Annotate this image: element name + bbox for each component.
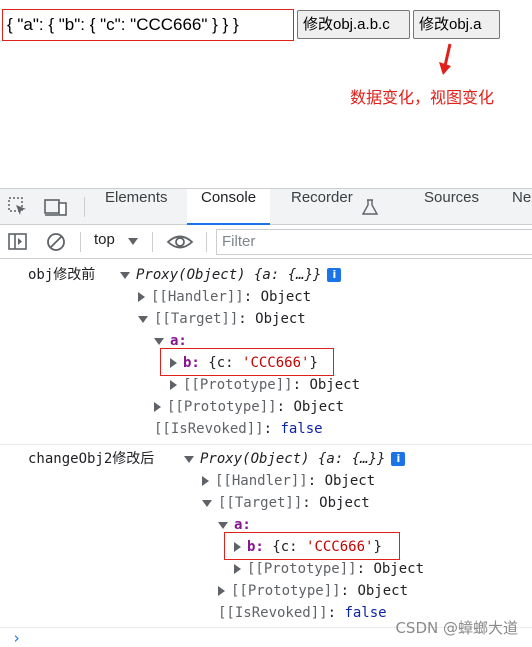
sidebar-toggle-icon[interactable] bbox=[8, 233, 28, 251]
eye-icon[interactable] bbox=[166, 233, 194, 251]
tree-item-prototype[interactable]: [[Prototype]]: Object bbox=[218, 580, 408, 602]
tree-item-b[interactable]: b: {c: 'CCC666'} bbox=[170, 352, 318, 374]
log-object-summary[interactable]: Proxy(Object) {a: {…}} i bbox=[184, 448, 406, 470]
modify-a-button[interactable]: 修改obj.a bbox=[413, 10, 500, 39]
log-object-summary[interactable]: Proxy(Object) {a: {…}} i bbox=[120, 264, 342, 286]
devtools-panel: Elements Console Recorder Sources Ne top… bbox=[0, 188, 532, 647]
info-icon[interactable]: i bbox=[391, 452, 406, 466]
clear-console-icon[interactable] bbox=[46, 232, 66, 252]
watermark: CSDN @蟑螂大道 bbox=[395, 619, 518, 637]
tab-network[interactable]: Ne bbox=[512, 189, 531, 225]
collapsed-triangle-icon[interactable] bbox=[218, 586, 225, 596]
modify-abc-button[interactable]: 修改obj.a.b.c bbox=[297, 10, 410, 39]
log-label: obj修改前 bbox=[28, 267, 96, 283]
collapsed-triangle-icon[interactable] bbox=[170, 380, 177, 390]
toolbar-separator bbox=[206, 232, 207, 252]
console-toolbar: top Filter bbox=[0, 225, 532, 259]
tree-item-isrevoked: [[IsRevoked]]: false bbox=[154, 421, 323, 437]
tree-item-target[interactable]: [[Target]]: Object bbox=[202, 492, 370, 514]
tree-item-prototype[interactable]: [[Prototype]]: Object bbox=[234, 558, 424, 580]
collapsed-triangle-icon[interactable] bbox=[154, 402, 161, 412]
log-label: changeObj2修改后 bbox=[28, 451, 155, 467]
flask-icon bbox=[362, 199, 378, 215]
chevron-down-icon[interactable] bbox=[128, 238, 138, 245]
console-prompt-icon[interactable]: › bbox=[12, 629, 21, 647]
annotation-note: 数据变化，视图变化 bbox=[350, 88, 495, 107]
collapsed-triangle-icon[interactable] bbox=[234, 564, 241, 574]
toolbar-separator bbox=[152, 232, 153, 252]
inspect-element-icon[interactable] bbox=[8, 197, 28, 217]
collapsed-triangle-icon[interactable] bbox=[138, 292, 145, 302]
tab-recorder[interactable]: Recorder bbox=[291, 189, 353, 225]
json-output-text: { "a": { "b": { "c": "CCC666" } } } bbox=[2, 9, 294, 41]
tree-item-b[interactable]: b: {c: 'CCC666'} bbox=[234, 536, 382, 558]
device-toolbar-icon[interactable] bbox=[44, 197, 68, 217]
tabbar-separator bbox=[84, 197, 85, 217]
tree-item-handler[interactable]: [[Handler]]: Object bbox=[202, 470, 375, 492]
tree-item-isrevoked: [[IsRevoked]]: false bbox=[218, 605, 387, 621]
demo-page: { "a": { "b": { "c": "CCC666" } } } 修改ob… bbox=[0, 0, 532, 188]
tab-elements[interactable]: Elements bbox=[105, 189, 168, 225]
expanded-triangle-icon[interactable] bbox=[138, 315, 148, 323]
devtools-tabbar: Elements Console Recorder Sources Ne bbox=[0, 189, 532, 225]
context-selector[interactable]: top bbox=[94, 231, 115, 248]
tree-item-handler[interactable]: [[Handler]]: Object bbox=[138, 286, 311, 308]
filter-input[interactable]: Filter bbox=[216, 229, 532, 255]
tree-item-prototype[interactable]: [[Prototype]]: Object bbox=[154, 396, 344, 418]
info-icon[interactable]: i bbox=[327, 268, 342, 282]
toolbar-separator bbox=[80, 232, 81, 252]
tab-console[interactable]: Console bbox=[187, 189, 271, 225]
expanded-triangle-icon[interactable] bbox=[218, 521, 228, 529]
collapsed-triangle-icon[interactable] bbox=[170, 358, 177, 368]
tree-item-prototype[interactable]: [[Prototype]]: Object bbox=[170, 374, 360, 396]
expanded-triangle-icon[interactable] bbox=[154, 337, 164, 345]
collapsed-triangle-icon[interactable] bbox=[234, 542, 241, 552]
annotation-arrow-icon bbox=[439, 43, 452, 75]
expanded-triangle-icon[interactable] bbox=[184, 455, 194, 463]
tree-item-target[interactable]: [[Target]]: Object bbox=[138, 308, 306, 330]
collapsed-triangle-icon[interactable] bbox=[202, 476, 209, 486]
expanded-triangle-icon[interactable] bbox=[120, 271, 130, 279]
expanded-triangle-icon[interactable] bbox=[202, 499, 212, 507]
tab-sources[interactable]: Sources bbox=[424, 189, 479, 225]
log-divider bbox=[0, 444, 532, 445]
